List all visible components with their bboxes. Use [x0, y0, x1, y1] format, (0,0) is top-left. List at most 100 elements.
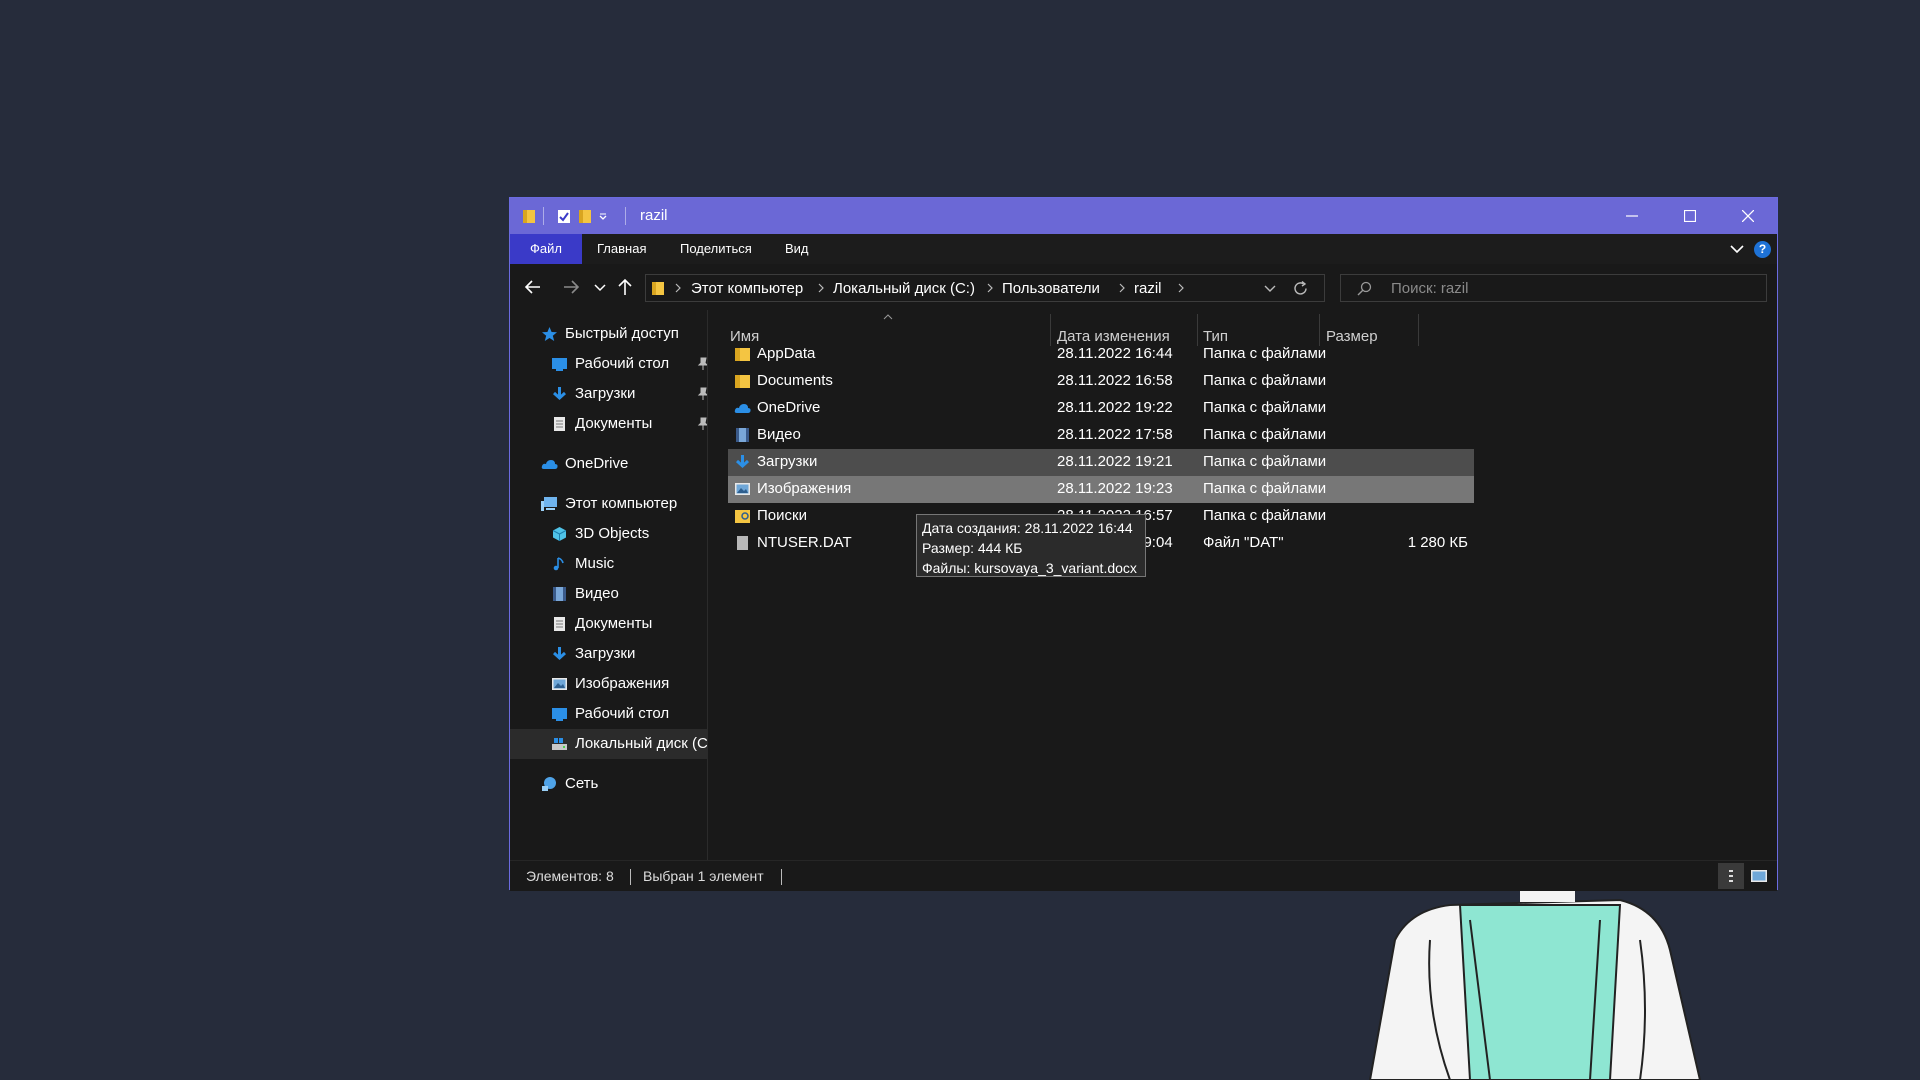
download-icon [552, 647, 567, 661]
folder-info-tooltip: Дата создания: 28.11.2022 16:44 Размер: … [916, 514, 1146, 577]
file-name: AppData [757, 345, 816, 362]
file-name: Загрузки [757, 453, 818, 470]
window-title: razil [640, 207, 668, 224]
file-date: 28.11.2022 16:44 [1057, 345, 1173, 362]
file-row[interactable]: AppData 28.11.2022 16:44 Папка с файлами [728, 341, 1474, 368]
minimize-button[interactable] [1603, 198, 1661, 234]
customize-toolbar-icon[interactable] [598, 208, 608, 224]
file-list: Имя Дата изменения Тип Размер AppData 28.… [708, 310, 1777, 860]
address-bar[interactable]: Этот компьютер Локальный диск (C:) Польз… [645, 274, 1325, 302]
file-name: Изображения [757, 480, 852, 497]
navigation-bar: Этот компьютер Локальный диск (C:) Польз… [510, 264, 1777, 310]
chevron-right-icon[interactable] [985, 282, 995, 294]
file-date: 28.11.2022 19:21 [1057, 453, 1173, 470]
drive-icon [552, 738, 567, 750]
file-date: 28.11.2022 16:58 [1057, 372, 1173, 389]
new-folder-icon[interactable] [578, 208, 592, 224]
file-row[interactable]: OneDrive 28.11.2022 19:22 Папка с файлами [728, 395, 1474, 422]
title-bar[interactable]: razil [510, 198, 1777, 234]
search-box[interactable]: Поиск: razil [1340, 274, 1767, 302]
pin-icon[interactable] [697, 417, 707, 431]
sort-ascending-icon [883, 314, 893, 320]
properties-icon[interactable] [557, 208, 571, 224]
search-folder-icon [735, 510, 750, 523]
desktop-icon [552, 358, 567, 371]
file-name: Documents [757, 372, 833, 389]
close-button[interactable] [1719, 198, 1777, 234]
download-folder-icon [735, 455, 750, 469]
search-icon [1357, 281, 1372, 296]
sidebar-item-downloads-pinned[interactable]: Загрузки [551, 382, 707, 406]
file-type: Папка с файлами [1203, 426, 1327, 443]
tooltip-files: Файлы: kursovaya_3_variant.docx [922, 560, 1137, 576]
file-name: Поиски [757, 507, 807, 524]
file-date: 28.11.2022 19:22 [1057, 399, 1173, 416]
recent-locations-icon[interactable] [593, 276, 607, 298]
breadcrumb-local-disk[interactable]: Локальный диск (C:) [833, 280, 975, 297]
pin-icon[interactable] [697, 357, 707, 371]
wallpaper-illustration [1368, 887, 1702, 1080]
help-button[interactable]: ? [1754, 241, 1771, 258]
star-icon [542, 327, 557, 341]
folder-icon [735, 348, 750, 361]
up-icon[interactable] [614, 276, 636, 298]
tooltip-created: Дата создания: 28.11.2022 16:44 [922, 520, 1133, 536]
back-icon[interactable] [522, 276, 544, 298]
breadcrumb-razil[interactable]: razil [1134, 280, 1162, 297]
document-icon [554, 417, 565, 431]
file-size: 1 280 КБ [1407, 534, 1468, 551]
file-type: Папка с файлами [1203, 480, 1327, 497]
maximize-button[interactable] [1661, 198, 1719, 234]
file-type: Папка с файлами [1203, 453, 1327, 470]
file-row[interactable]: Загрузки 28.11.2022 19:21 Папка с файлами [728, 449, 1474, 476]
folder-icon [523, 210, 535, 223]
sidebar-item-desktop-pinned[interactable]: Рабочий стол [551, 352, 707, 376]
file-type: Папка с файлами [1203, 345, 1327, 362]
file-row[interactable]: Documents 28.11.2022 16:58 Папка с файлами [728, 368, 1474, 395]
tab-home[interactable]: Главная [597, 234, 646, 264]
file-date: 28.11.2022 19:23 [1057, 480, 1173, 497]
close-icon [1742, 210, 1754, 222]
details-view-icon[interactable] [1718, 863, 1744, 889]
refresh-icon[interactable] [1292, 280, 1309, 297]
minimize-icon [1626, 215, 1638, 217]
large-icons-view-icon[interactable] [1746, 863, 1772, 889]
file-row[interactable]: Изображения 28.11.2022 19:23 Папка с файла… [728, 476, 1474, 503]
breadcrumb-users[interactable]: Пользователи [1002, 280, 1100, 297]
file-date: 28.11.2022 17:58 [1057, 426, 1173, 443]
file-row[interactable]: Видео 28.11.2022 17:58 Папка с файлами [728, 422, 1474, 449]
pictures-folder-icon [735, 483, 750, 495]
video-folder-icon [736, 428, 749, 442]
chevron-right-icon[interactable] [816, 282, 826, 294]
file-name: NTUSER.DAT [757, 534, 852, 551]
selection-count: Выбран 1 элемент [643, 868, 764, 884]
chevron-right-icon[interactable] [1117, 282, 1127, 294]
file-type: Папка с файлами [1203, 372, 1327, 389]
tooltip-size: Размер: 444 КБ [922, 540, 1023, 556]
breadcrumb-this-pc[interactable]: Этот компьютер [691, 280, 803, 297]
chevron-right-icon[interactable] [1176, 282, 1186, 294]
file-type: Папка с файлами [1203, 399, 1327, 416]
file-type: Папка с файлами [1203, 507, 1327, 524]
network-icon [542, 777, 556, 791]
tab-view[interactable]: Вид [785, 234, 809, 264]
forward-icon[interactable] [560, 276, 582, 298]
search-placeholder: Поиск: razil [1391, 280, 1469, 297]
expand-ribbon-icon[interactable] [1729, 241, 1745, 257]
chevron-right-icon[interactable] [673, 282, 683, 294]
tab-file[interactable]: Файл [510, 234, 582, 264]
document-icon [554, 617, 565, 631]
address-history-icon[interactable] [1263, 283, 1277, 295]
sidebar-item-documents-pinned[interactable]: Документы [551, 412, 707, 436]
computer-icon [541, 497, 557, 511]
file-name: Видео [757, 426, 801, 443]
download-icon [552, 387, 567, 401]
folder-icon [735, 375, 750, 388]
tab-share[interactable]: Поделиться [680, 234, 752, 264]
pin-icon[interactable] [697, 387, 707, 401]
maximize-icon [1684, 210, 1696, 222]
pictures-icon [552, 678, 567, 690]
onedrive-icon [734, 404, 751, 413]
music-icon [553, 557, 564, 571]
status-bar: Элементов: 8 Выбран 1 элемент [510, 860, 1777, 891]
